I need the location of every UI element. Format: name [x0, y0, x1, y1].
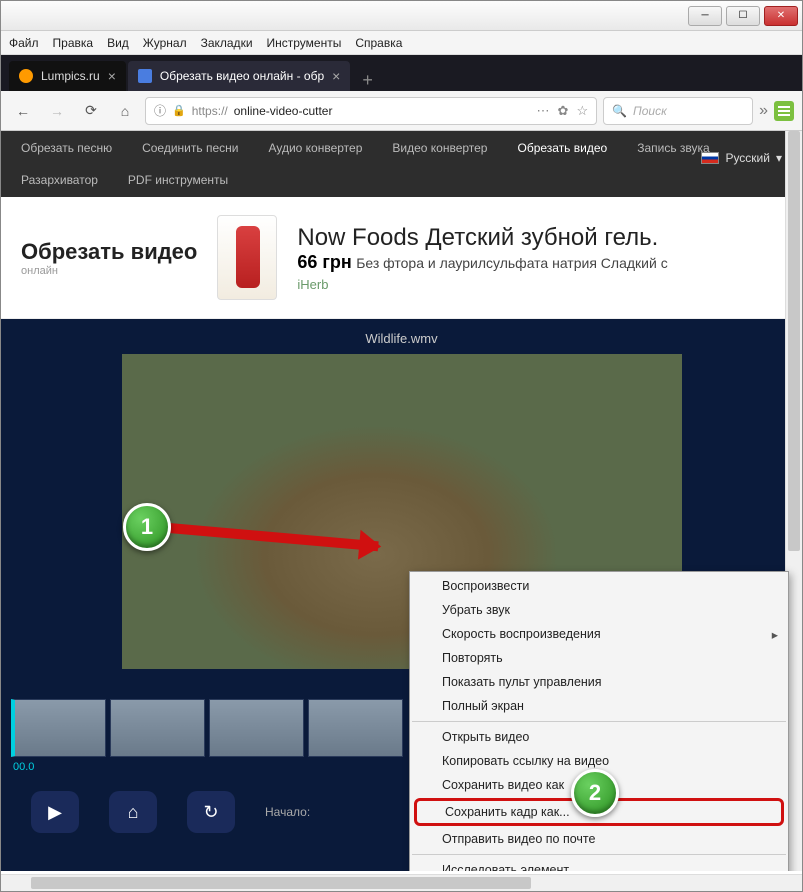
nav-record-audio[interactable]: Запись звука [637, 141, 710, 155]
menu-edit[interactable]: Правка [53, 36, 94, 50]
marker-number: 2 [589, 780, 601, 806]
minimize-button[interactable]: ─ [688, 6, 722, 26]
forward-button[interactable]: → [43, 97, 71, 125]
rotate-button[interactable]: ↻ [187, 791, 235, 833]
window-titlebar: ─ ☐ ✕ [1, 1, 802, 31]
menu-history[interactable]: Журнал [143, 36, 187, 50]
back-button[interactable]: ← [9, 97, 37, 125]
cm-speed[interactable]: Скорость воспроизведения [410, 622, 788, 646]
nav-cut-video[interactable]: Обрезать видео [517, 141, 607, 155]
overflow-icon[interactable]: » [759, 102, 768, 120]
cm-open-video[interactable]: Открыть видео [410, 725, 788, 749]
tab-close-icon[interactable]: × [332, 68, 340, 84]
app-menubar: Файл Правка Вид Журнал Закладки Инструме… [1, 31, 802, 55]
play-button[interactable]: ▶ [31, 791, 79, 833]
lock-icon: 🔒 [172, 104, 186, 117]
cm-separator [412, 721, 786, 722]
timeline-thumb[interactable] [11, 699, 106, 757]
scrollbar-thumb[interactable] [31, 877, 531, 889]
chevron-down-icon: ▾ [776, 151, 782, 165]
new-tab-button[interactable]: + [352, 70, 383, 91]
menu-bookmarks[interactable]: Закладки [201, 36, 253, 50]
timeline-thumb[interactable] [110, 699, 205, 757]
dropdown-icon[interactable]: ⋯ [537, 103, 550, 119]
browser-window: ─ ☐ ✕ Файл Правка Вид Журнал Закладки Ин… [0, 0, 803, 892]
timeline-thumb[interactable] [209, 699, 304, 757]
tab-label: Lumpics.ru [41, 69, 100, 83]
page-subtitle: онлайн [21, 265, 197, 277]
page-content: Обрезать песню Соединить песни Аудио кон… [1, 131, 802, 871]
scrollbar-thumb[interactable] [788, 131, 800, 551]
menu-help[interactable]: Справка [355, 36, 402, 50]
video-context-menu: Воспроизвести Убрать звук Скорость воспр… [409, 571, 789, 871]
nav-audio-converter[interactable]: Аудио конвертер [268, 141, 362, 155]
ad-brand[interactable]: iHerb [297, 277, 667, 292]
tab-strip: Lumpics.ru × Обрезать видео онлайн - обр… [1, 55, 802, 91]
ad-price: 66 грн [297, 252, 351, 272]
nav-unzip[interactable]: Разархиватор [21, 173, 98, 187]
url-text: online-video-cutter [234, 104, 333, 118]
cm-email-video[interactable]: Отправить видео по почте [410, 827, 788, 851]
cm-play[interactable]: Воспроизвести [410, 574, 788, 598]
tab-close-icon[interactable]: × [108, 68, 116, 84]
menu-icon[interactable] [774, 101, 794, 121]
ad-headline[interactable]: Now Foods Детский зубной гель. [297, 224, 667, 252]
horizontal-scrollbar[interactable] [1, 874, 802, 891]
cm-show-controls[interactable]: Показать пульт управления [410, 670, 788, 694]
bookmark-star-icon[interactable]: ☆ [576, 103, 588, 119]
cm-mute[interactable]: Убрать звук [410, 598, 788, 622]
nav-cut-song[interactable]: Обрезать песню [21, 141, 112, 155]
favicon-icon [138, 69, 152, 83]
tab-video-cutter[interactable]: Обрезать видео онлайн - обр × [128, 61, 350, 91]
language-selector[interactable]: Русский ▾ [701, 151, 782, 165]
ad-description: Без фтора и лаурилсульфата натрия Сладки… [356, 255, 668, 271]
marker-number: 1 [141, 514, 153, 540]
cm-fullscreen[interactable]: Полный экран [410, 694, 788, 718]
maximize-button[interactable]: ☐ [726, 6, 760, 26]
crop-button[interactable]: ⌂ [109, 791, 157, 833]
nav-pdf-tools[interactable]: PDF инструменты [128, 173, 228, 187]
header-row: Обрезать видео онлайн Now Foods Детский … [1, 197, 802, 319]
annotation-marker-1: 1 [123, 503, 171, 551]
browser-toolbar: ← → ⟳ ⌂ ⓘ 🔒 https:// online-video-cutter … [1, 91, 802, 131]
search-icon: 🔍 [612, 104, 627, 118]
search-placeholder: Поиск [633, 104, 667, 118]
close-window-button[interactable]: ✕ [764, 6, 798, 26]
site-navigation: Обрезать песню Соединить песни Аудио кон… [1, 131, 802, 197]
address-bar[interactable]: ⓘ 🔒 https:// online-video-cutter ⋯ ✿ ☆ [145, 97, 597, 125]
menu-tools[interactable]: Инструменты [267, 36, 342, 50]
video-filename: Wildlife.wmv [1, 331, 802, 346]
tab-label: Обрезать видео онлайн - обр [160, 69, 324, 83]
menu-file[interactable]: Файл [9, 36, 39, 50]
language-label: Русский [725, 151, 770, 165]
home-button[interactable]: ⌂ [111, 97, 139, 125]
timeline-thumb[interactable] [308, 699, 403, 757]
cm-inspect[interactable]: Исследовать элемент [410, 858, 788, 871]
annotation-marker-2: 2 [571, 769, 619, 817]
flag-ru-icon [701, 152, 719, 164]
ad-image[interactable] [217, 215, 277, 300]
cm-separator [412, 854, 786, 855]
cm-loop[interactable]: Повторять [410, 646, 788, 670]
menu-view[interactable]: Вид [107, 36, 129, 50]
search-box[interactable]: 🔍 Поиск [603, 97, 753, 125]
info-icon[interactable]: ⓘ [154, 102, 166, 119]
tab-lumpics[interactable]: Lumpics.ru × [9, 61, 126, 91]
url-prefix: https:// [192, 104, 228, 118]
favicon-icon [19, 69, 33, 83]
reload-button[interactable]: ⟳ [77, 97, 105, 125]
nav-join-songs[interactable]: Соединить песни [142, 141, 238, 155]
start-time-label: Начало: [265, 805, 310, 819]
reader-icon[interactable]: ✿ [558, 103, 569, 119]
nav-video-converter[interactable]: Видео конвертер [392, 141, 487, 155]
page-title: Обрезать видео [21, 239, 197, 265]
